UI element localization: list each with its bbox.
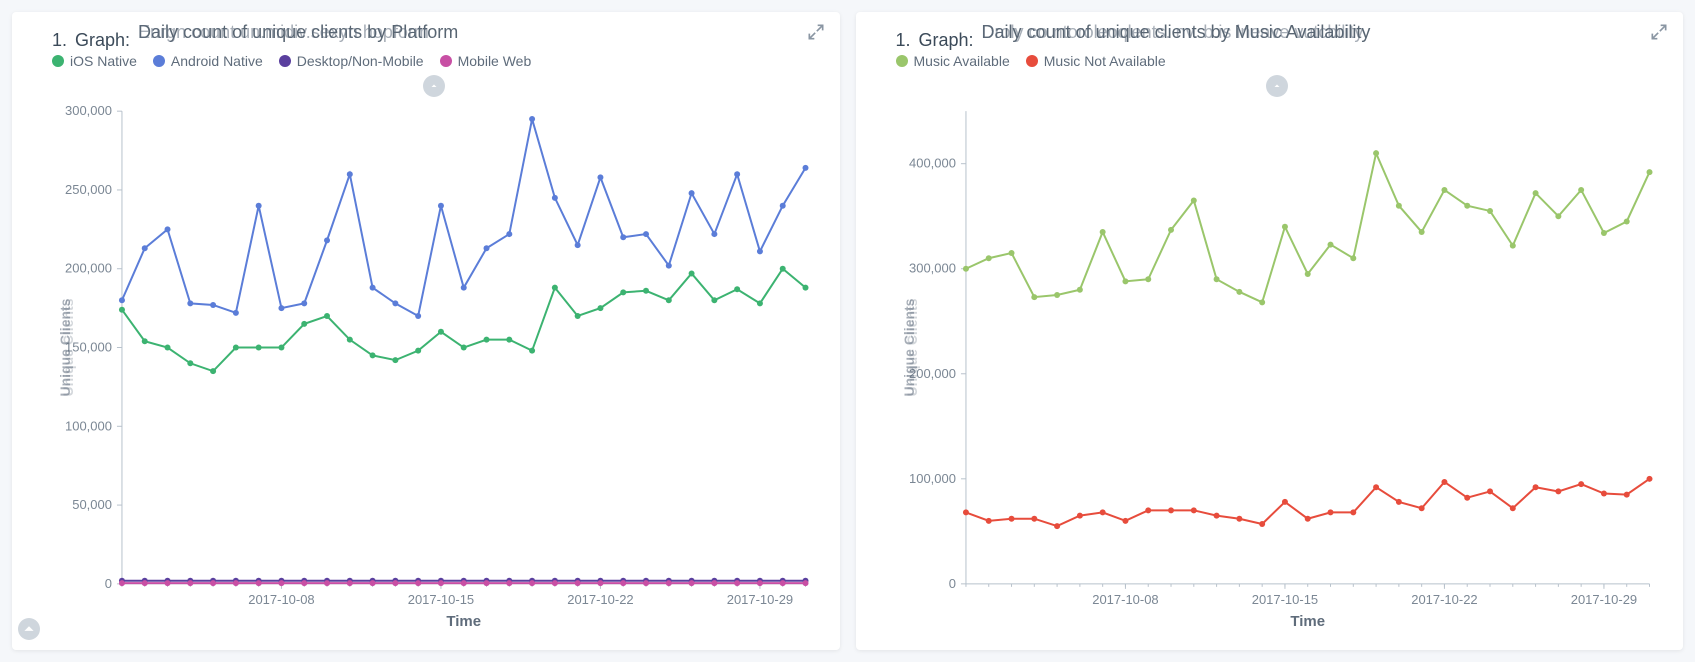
- card-title: Daily count of unique clients by Platfor…: [138, 22, 815, 46]
- card-header: 1. Graph: Daily count of unique clients …: [896, 22, 1660, 51]
- legend-label: Mobile Web: [458, 53, 532, 69]
- svg-text:100,000: 100,000: [909, 471, 956, 486]
- legend-item-android[interactable]: Android Native: [153, 53, 263, 69]
- svg-text:Unique Clients: Unique Clients: [903, 298, 919, 396]
- card-header: 1. Graph: Daily count of unique clients …: [52, 22, 816, 51]
- svg-text:2017-10-29: 2017-10-29: [1570, 592, 1636, 607]
- legend-item-ios[interactable]: iOS Native: [52, 53, 137, 69]
- svg-text:Time: Time: [446, 613, 481, 630]
- svg-text:Time: Time: [1290, 613, 1325, 630]
- card-title-prefix: Graph:: [75, 30, 130, 51]
- svg-text:Unique Clients: Unique Clients: [60, 298, 76, 396]
- svg-text:200,000: 200,000: [65, 261, 112, 276]
- legend-item-desktop[interactable]: Desktop/Non-Mobile: [279, 53, 424, 69]
- collapse-icon[interactable]: [1266, 75, 1288, 97]
- swatch-icon: [1026, 55, 1038, 67]
- svg-text:0: 0: [105, 576, 112, 591]
- svg-text:2017-10-15: 2017-10-15: [408, 592, 474, 607]
- legend-item-mobileweb[interactable]: Mobile Web: [440, 53, 532, 69]
- chart-plot-platform[interactable]: 050,000100,000150,000200,000250,000300,0…: [52, 101, 816, 634]
- card-title: Daily count of unique clients by Music A…: [982, 22, 1659, 46]
- svg-text:250,000: 250,000: [65, 182, 112, 197]
- chart-plot-music[interactable]: 0100,000200,000300,000400,0002017-10-082…: [896, 101, 1660, 634]
- chart-card-music: 1. Graph: Daily count of unique clients …: [856, 12, 1684, 650]
- legend-item-music-not-available[interactable]: Music Not Available: [1026, 53, 1166, 69]
- legend-label: iOS Native: [70, 53, 137, 69]
- legend-item-music-available[interactable]: Music Available: [896, 53, 1010, 69]
- legend-label: Android Native: [171, 53, 263, 69]
- svg-text:0: 0: [948, 576, 955, 591]
- svg-text:400,000: 400,000: [909, 156, 956, 171]
- swatch-icon: [52, 55, 64, 67]
- svg-text:300,000: 300,000: [65, 103, 112, 118]
- dashboard: 1. Graph: Daily count of unique clients …: [0, 0, 1695, 662]
- legend: iOS Native Android Native Desktop/Non-Mo…: [52, 53, 816, 69]
- swatch-icon: [279, 55, 291, 67]
- card-title-prefix: Graph:: [919, 30, 974, 51]
- legend-label: Music Not Available: [1044, 53, 1166, 69]
- legend-label: Desktop/Non-Mobile: [297, 53, 424, 69]
- collapse-icon[interactable]: [423, 75, 445, 97]
- legend: Music Available Music Not Available: [896, 53, 1660, 69]
- svg-text:300,000: 300,000: [909, 261, 956, 276]
- svg-text:2017-10-22: 2017-10-22: [567, 592, 633, 607]
- svg-text:2017-10-08: 2017-10-08: [1092, 592, 1158, 607]
- svg-text:100,000: 100,000: [65, 418, 112, 433]
- swatch-icon: [896, 55, 908, 67]
- card-index: 1.: [896, 30, 911, 51]
- swatch-icon: [153, 55, 165, 67]
- chart-card-platform: 1. Graph: Daily count of unique clients …: [12, 12, 840, 650]
- card-index: 1.: [52, 30, 67, 51]
- svg-text:2017-10-22: 2017-10-22: [1411, 592, 1477, 607]
- legend-label: Music Available: [914, 53, 1010, 69]
- caret-icon[interactable]: [18, 618, 40, 640]
- svg-text:50,000: 50,000: [72, 497, 112, 512]
- svg-text:2017-10-29: 2017-10-29: [727, 592, 793, 607]
- svg-text:2017-10-08: 2017-10-08: [248, 592, 314, 607]
- svg-text:2017-10-15: 2017-10-15: [1251, 592, 1317, 607]
- swatch-icon: [440, 55, 452, 67]
